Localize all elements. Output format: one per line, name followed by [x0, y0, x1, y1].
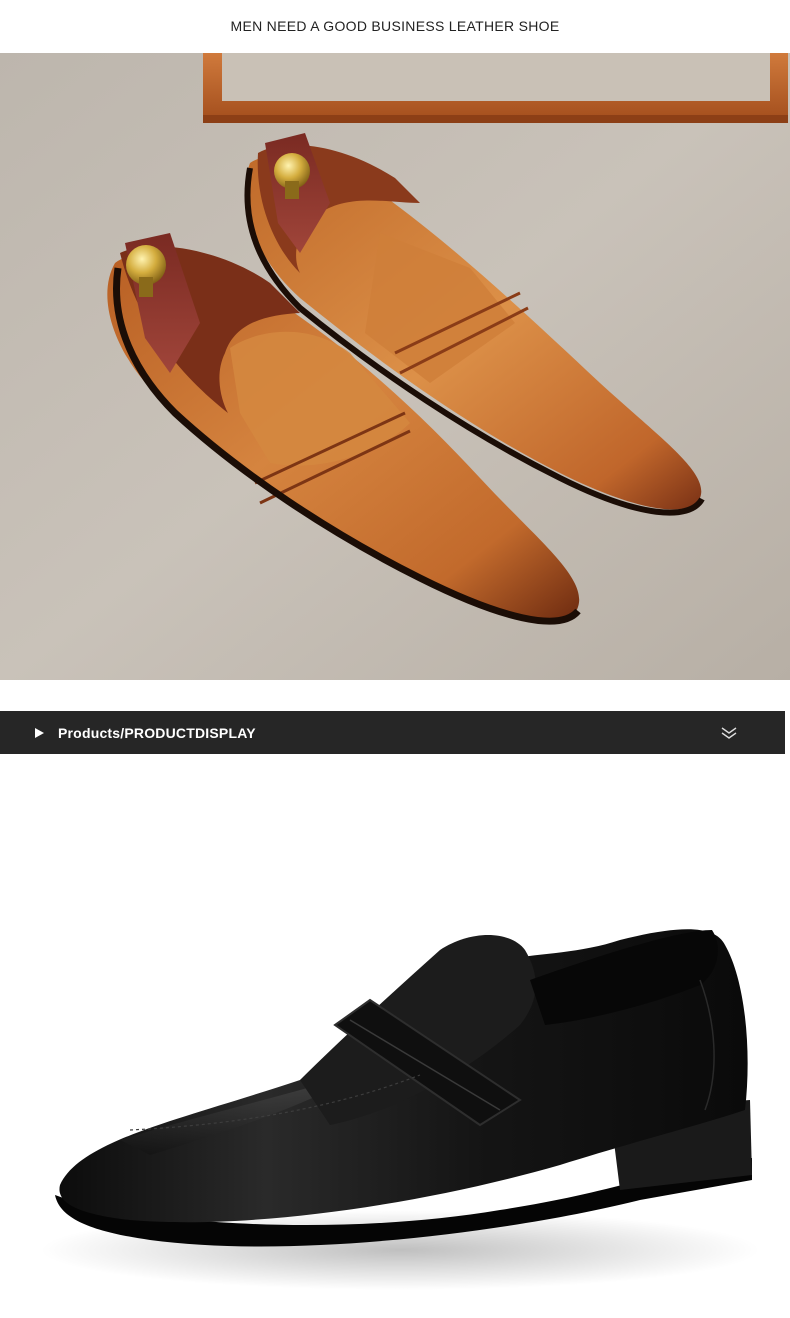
play-icon [35, 727, 44, 738]
double-chevron-down-icon[interactable] [721, 726, 737, 740]
page-title: MEN NEED A GOOD BUSINESS LEATHER SHOE [230, 18, 560, 34]
section-header-bar: Products/PRODUCTDISPLAY [0, 711, 785, 754]
hero-image [0, 53, 790, 680]
section-label: Products/PRODUCTDISPLAY [58, 724, 256, 741]
product-image [0, 780, 790, 1318]
